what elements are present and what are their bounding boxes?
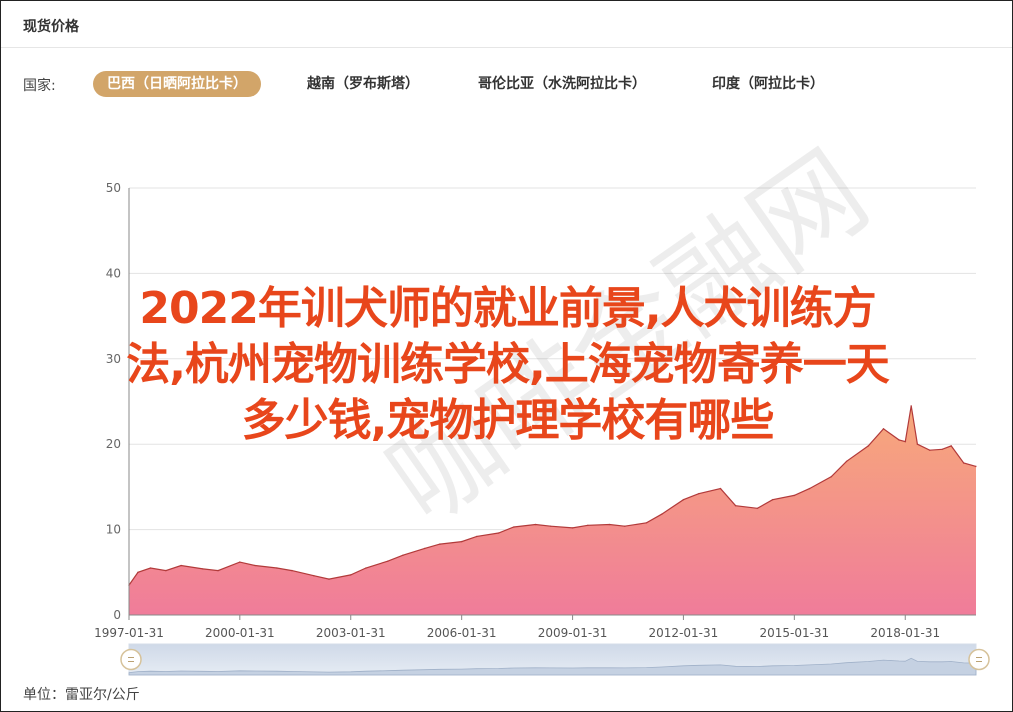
data-point <box>402 554 404 556</box>
data-point <box>365 567 367 569</box>
y-tick-label: 20 <box>106 437 121 451</box>
data-point <box>910 405 912 407</box>
y-tick-label: 10 <box>106 523 121 537</box>
data-point <box>513 526 515 528</box>
handle-circle <box>968 648 990 671</box>
range-handle-right[interactable] <box>968 648 990 671</box>
data-point <box>550 525 552 527</box>
data-point <box>608 523 611 526</box>
data-point <box>771 498 774 501</box>
x-tick-label: 2009-01-31 <box>538 626 608 640</box>
data-point <box>328 578 330 580</box>
y-tick-label: 50 <box>106 181 121 195</box>
data-point <box>460 540 463 543</box>
data-point <box>941 448 943 451</box>
data-point <box>962 462 965 464</box>
data-point <box>571 527 574 529</box>
data-point <box>165 569 167 572</box>
x-tick-label: 2006-01-31 <box>427 626 497 640</box>
data-point <box>217 569 219 572</box>
data-point <box>202 568 204 570</box>
data-point <box>137 571 139 574</box>
data-point <box>916 443 919 446</box>
data-point <box>291 569 293 572</box>
data-point <box>904 440 907 443</box>
data-point <box>386 560 389 562</box>
data-point <box>719 487 722 490</box>
y-tick-label: 40 <box>106 266 121 280</box>
data-point <box>276 567 278 569</box>
y-tick-label: 30 <box>106 352 121 366</box>
data-point <box>793 494 796 497</box>
x-tick-label: 2003-01-31 <box>316 626 386 640</box>
data-point <box>623 525 626 527</box>
data-point <box>239 561 241 563</box>
unit-label: 单位：雷亚尔/公斤 <box>23 687 140 703</box>
data-point <box>534 523 537 526</box>
series-area <box>129 405 976 615</box>
data-point <box>476 535 478 538</box>
data-point <box>898 439 900 441</box>
data-point <box>950 445 952 447</box>
data-point <box>349 574 352 576</box>
data-point <box>645 522 648 524</box>
chart-panel: 现货价格 国家: 巴西（日晒阿拉比卡） 越南（罗布斯塔） 哥伦比亚（水洗阿拉比卡… <box>0 0 1013 712</box>
range-handle-left[interactable] <box>120 648 142 671</box>
x-tick-label: 2012-01-31 <box>649 626 719 640</box>
data-point <box>439 543 441 545</box>
data-point <box>928 449 931 452</box>
data-point <box>149 567 152 569</box>
data-point <box>313 574 315 577</box>
x-tick-label: 2015-01-31 <box>759 626 829 640</box>
data-point <box>845 460 848 463</box>
data-point <box>180 564 182 567</box>
data-point <box>697 492 700 495</box>
data-point <box>975 465 977 468</box>
data-point <box>830 475 833 478</box>
data-point <box>682 498 685 501</box>
x-tick-label: 2018-01-31 <box>870 626 940 640</box>
data-point <box>587 524 589 527</box>
data-point <box>756 507 759 510</box>
data-point <box>660 513 663 515</box>
x-tick-label: 2000-01-31 <box>205 626 275 640</box>
x-tick-label: 1997-01-31 <box>94 626 164 640</box>
y-tick-label: 0 <box>113 608 121 622</box>
handle-circle <box>120 648 142 671</box>
data-point <box>882 428 885 430</box>
price-chart: 0 10 20 30 40 50 1997-01-31 2000-01-31 2003-01-3… <box>94 181 990 676</box>
data-point <box>734 504 737 507</box>
data-point <box>497 532 500 534</box>
data-point <box>867 445 870 447</box>
data-point <box>254 564 256 567</box>
data-point <box>423 547 426 550</box>
data-point <box>808 487 811 490</box>
